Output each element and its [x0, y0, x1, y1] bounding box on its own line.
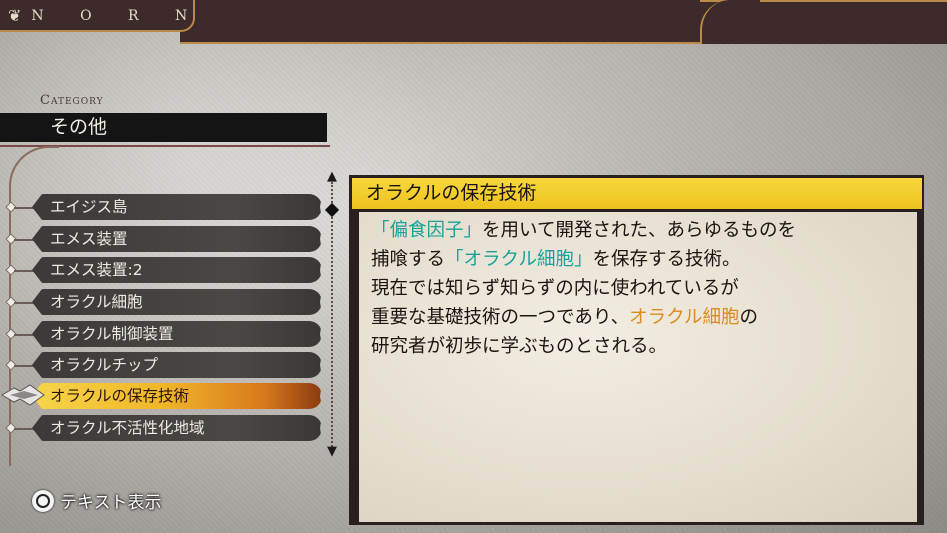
scroll-down-arrow-icon[interactable]: ▼ — [324, 445, 340, 458]
keyword-link[interactable]: オラクル細胞 — [629, 307, 739, 328]
detail-text: の — [739, 307, 759, 328]
scroll-up-arrow-icon[interactable]: ▲ — [324, 170, 340, 183]
list-connector — [14, 365, 34, 367]
list-item[interactable]: エメス装置:2 — [32, 257, 322, 283]
scrollbar-thumb[interactable] — [324, 202, 340, 218]
detail-line: 現在では知らず知らずの内に使われているが — [371, 274, 907, 303]
brand-text: N O R N — [31, 7, 204, 24]
fleur-icon: ❦ — [8, 6, 22, 25]
scrollbar-track[interactable] — [331, 182, 333, 454]
text-display-hint[interactable]: テキスト表示 — [32, 488, 162, 513]
list-item[interactable]: オラクル細胞 — [32, 289, 322, 315]
detail-text: 研究者が初歩に学ぶものとされる。 — [371, 336, 668, 357]
list-item-label: エイジス島 — [50, 198, 128, 216]
list-connector — [14, 428, 34, 430]
detail-body: 「偏食因子」を用いて開発された、あらゆるものを 捕喰する「オラクル細胞」を保存す… — [359, 212, 917, 522]
category-selector[interactable]: その他 — [0, 113, 327, 142]
brand: ❦ N O R N — [8, 6, 203, 25]
detail-text: 捕喰する — [371, 249, 446, 270]
detail-line: 研究者が初歩に学ぶものとされる。 — [371, 332, 907, 361]
detail-text: 重要な基礎技術の一つであり、 — [371, 307, 630, 328]
list-item[interactable]: オラクルチップ — [32, 352, 322, 378]
list-item-label: エメス装置 — [50, 230, 128, 248]
keyword-highlight: 「オラクル細胞」 — [445, 249, 593, 270]
detail-text: を用いて開発された、あらゆるものを — [482, 220, 796, 241]
top-bar — [180, 0, 740, 44]
list-item-label: オラクル不活性化地域 — [50, 419, 205, 437]
list-item-selected[interactable]: オラクルの保存技術 — [32, 383, 322, 409]
list-connector — [14, 334, 34, 336]
list-item[interactable]: オラクル不活性化地域 — [32, 415, 322, 441]
detail-line: 重要な基礎技術の一つであり、オラクル細胞の — [371, 303, 907, 332]
selection-cursor-icon — [1, 384, 45, 406]
list-connector — [14, 302, 34, 304]
list-connector — [14, 239, 34, 241]
list-item-label: オラクル制御装置 — [50, 325, 174, 343]
list-item[interactable]: エメス装置 — [32, 226, 322, 252]
list-item-label: オラクル細胞 — [50, 293, 143, 311]
hint-label: テキスト表示 — [60, 493, 162, 513]
circle-button-icon — [32, 489, 54, 512]
list-connector — [14, 207, 34, 209]
list-item[interactable]: エイジス島 — [32, 194, 322, 220]
detail-line: 捕喰する「オラクル細胞」を保存する技術。 — [371, 245, 907, 274]
keyword-highlight: 「偏食因子」 — [371, 220, 483, 241]
list-item-label: エメス装置:2 — [50, 261, 143, 279]
detail-title: オラクルの保存技術 — [352, 178, 922, 209]
detail-text: を保存する技術。 — [592, 249, 741, 270]
category-value: その他 — [50, 116, 108, 138]
list-item-label: オラクルチップ — [50, 356, 159, 374]
detail-text: 現在では知らず知らずの内に使われているが — [371, 278, 739, 299]
list-item[interactable]: オラクル制御装置 — [32, 321, 322, 347]
list-item-label: オラクルの保存技術 — [50, 387, 190, 405]
category-label: Category — [40, 93, 104, 108]
detail-line: 「偏食因子」を用いて開発された、あらゆるものを — [371, 216, 907, 245]
list-connector — [14, 270, 34, 272]
